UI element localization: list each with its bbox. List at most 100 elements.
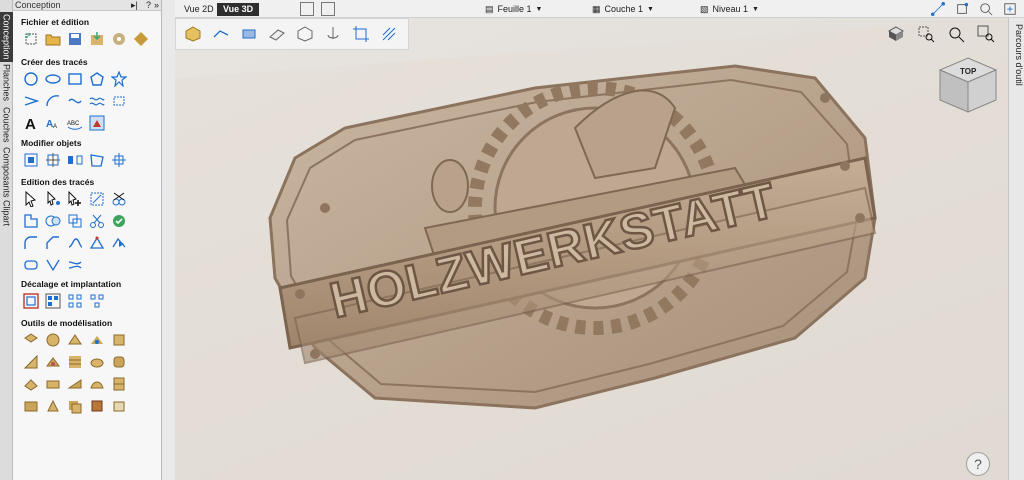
circle-icon[interactable] bbox=[21, 69, 41, 89]
zoom-in-icon[interactable] bbox=[914, 22, 938, 46]
select-icon[interactable] bbox=[21, 189, 41, 209]
zoom-extents-icon[interactable] bbox=[974, 22, 998, 46]
node-edit-icon[interactable] bbox=[43, 189, 63, 209]
zoom-fit-icon[interactable] bbox=[978, 0, 994, 18]
render-mode-icon[interactable] bbox=[182, 23, 204, 45]
view-3d-button[interactable]: Vue 3D bbox=[217, 3, 260, 16]
arc-icon[interactable] bbox=[43, 91, 63, 111]
close-vector-icon[interactable] bbox=[87, 233, 107, 253]
vtab-clipart[interactable]: Clipart bbox=[0, 198, 13, 228]
copy-model-icon[interactable] bbox=[65, 396, 85, 416]
snap-icon[interactable] bbox=[930, 0, 946, 18]
curve-icon[interactable] bbox=[65, 91, 85, 111]
panel-help-button[interactable]: ? bbox=[146, 0, 151, 11]
step-repeat-icon[interactable] bbox=[87, 291, 107, 311]
offset-vector-icon[interactable] bbox=[21, 291, 41, 311]
import-icon[interactable] bbox=[87, 29, 107, 49]
save-icon[interactable] bbox=[65, 29, 85, 49]
layer-dropdown[interactable]: ▦ Couche 1 ▼ bbox=[592, 3, 654, 16]
merge-icon[interactable] bbox=[43, 396, 63, 416]
hatch-icon[interactable] bbox=[378, 23, 400, 45]
smooth-icon[interactable] bbox=[87, 352, 107, 372]
break-icon[interactable] bbox=[65, 255, 85, 275]
new-file-icon[interactable] bbox=[21, 29, 41, 49]
polygon-icon[interactable] bbox=[87, 69, 107, 89]
rectangle-icon[interactable] bbox=[65, 69, 85, 89]
pin-button[interactable]: ▸| bbox=[131, 0, 138, 11]
mirror-icon[interactable] bbox=[65, 150, 85, 170]
text-icon[interactable]: A bbox=[21, 113, 41, 133]
validate-icon[interactable] bbox=[109, 211, 129, 231]
fillet-icon[interactable] bbox=[21, 233, 41, 253]
intersect-icon[interactable] bbox=[65, 211, 85, 231]
vtab-couches[interactable]: Couches bbox=[0, 104, 13, 146]
text-on-curve-icon[interactable]: AA bbox=[43, 113, 63, 133]
vtab-planches[interactable]: Planches bbox=[0, 62, 13, 104]
plane-icon[interactable] bbox=[266, 23, 288, 45]
slice-icon[interactable] bbox=[109, 374, 129, 394]
dome-icon[interactable] bbox=[43, 330, 63, 350]
set-size-icon[interactable] bbox=[43, 150, 63, 170]
settings-icon[interactable] bbox=[1002, 0, 1018, 18]
scissors-icon[interactable] bbox=[87, 211, 107, 231]
angle-icon[interactable] bbox=[21, 352, 41, 372]
text-arc-icon[interactable]: ABC bbox=[65, 113, 85, 133]
ramp-icon[interactable] bbox=[43, 352, 63, 372]
panel-close-button[interactable]: » bbox=[154, 0, 159, 11]
vtab-composants[interactable]: Composants bbox=[0, 146, 13, 198]
texture-icon[interactable] bbox=[65, 352, 85, 372]
view-2d-button[interactable]: Vue 2D bbox=[178, 3, 220, 16]
nesting-icon[interactable] bbox=[43, 291, 63, 311]
transform-icon[interactable] bbox=[87, 189, 107, 209]
sculpt-icon[interactable] bbox=[21, 374, 41, 394]
distortion-icon[interactable] bbox=[87, 374, 107, 394]
anchor-icon[interactable] bbox=[322, 23, 344, 45]
material-icon[interactable] bbox=[238, 23, 260, 45]
import-model-icon[interactable] bbox=[131, 29, 151, 49]
sheet-dropdown[interactable]: ▤ Feuille 1 ▼ bbox=[485, 3, 542, 16]
polyline-icon[interactable] bbox=[21, 91, 41, 111]
toolpath-tab[interactable]: Parcours d'outil bbox=[1008, 20, 1024, 90]
align-icon[interactable] bbox=[109, 150, 129, 170]
sweep-icon[interactable] bbox=[109, 330, 129, 350]
node-snap-icon[interactable] bbox=[954, 0, 970, 18]
distort-icon[interactable] bbox=[87, 150, 107, 170]
offset-icon[interactable] bbox=[21, 255, 41, 275]
help-button[interactable]: ? bbox=[966, 452, 990, 476]
vtab-conception[interactable]: Conception bbox=[0, 12, 13, 62]
shape-editor-icon[interactable] bbox=[21, 330, 41, 350]
bitmap-trace-icon[interactable] bbox=[87, 113, 107, 133]
extend-icon[interactable] bbox=[43, 255, 63, 275]
star-icon[interactable] bbox=[109, 69, 129, 89]
view-cube[interactable]: TOP bbox=[936, 56, 1000, 119]
crop-icon[interactable] bbox=[350, 23, 372, 45]
curve-fit-icon[interactable] bbox=[109, 233, 129, 253]
import-component-icon[interactable] bbox=[109, 29, 129, 49]
array-copy-icon[interactable] bbox=[65, 291, 85, 311]
split-view-icon[interactable] bbox=[300, 2, 314, 16]
fade-icon[interactable] bbox=[43, 374, 63, 394]
wave-icon[interactable] bbox=[87, 91, 107, 111]
weld-icon[interactable] bbox=[21, 211, 41, 231]
two-rail-icon[interactable] bbox=[87, 330, 107, 350]
add-node-icon[interactable] bbox=[65, 189, 85, 209]
level-dropdown[interactable]: ▧ Niveau 1 ▼ bbox=[700, 3, 759, 16]
single-view-icon[interactable] bbox=[321, 2, 335, 16]
bake-icon[interactable] bbox=[87, 396, 107, 416]
blend-icon[interactable] bbox=[109, 352, 129, 372]
extrude-icon[interactable] bbox=[65, 330, 85, 350]
join-icon[interactable] bbox=[65, 233, 85, 253]
3d-viewport[interactable]: HOLZWERKSTATT bbox=[175, 18, 1008, 480]
mold-icon[interactable] bbox=[21, 396, 41, 416]
wireframe-icon[interactable] bbox=[294, 23, 316, 45]
zoom-out-icon[interactable] bbox=[944, 22, 968, 46]
subtract-icon[interactable] bbox=[43, 211, 63, 231]
chamfer-icon[interactable] bbox=[43, 233, 63, 253]
open-folder-icon[interactable] bbox=[43, 29, 63, 49]
tilt-icon[interactable] bbox=[65, 374, 85, 394]
trim-icon[interactable] bbox=[109, 189, 129, 209]
iso-view-icon[interactable] bbox=[884, 22, 908, 46]
move-icon[interactable] bbox=[21, 150, 41, 170]
dimension-icon[interactable] bbox=[109, 91, 129, 111]
show-vectors-icon[interactable] bbox=[210, 23, 232, 45]
